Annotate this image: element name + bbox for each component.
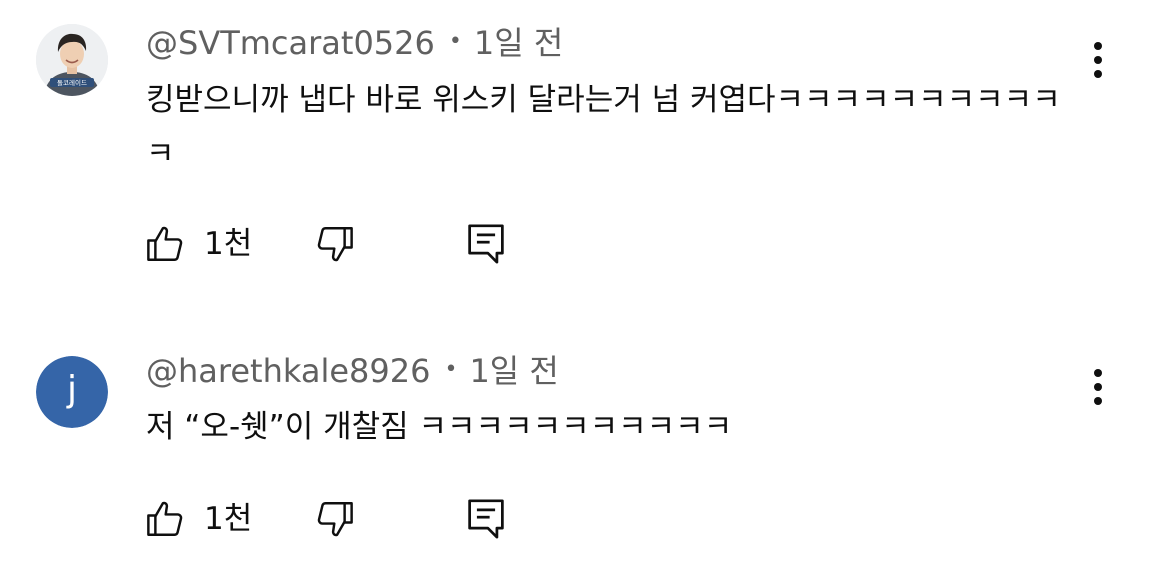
comment-text: 저 “오-쉣”이 개찰짐 ㅋㅋㅋㅋㅋㅋㅋㅋㅋㅋㅋ: [146, 409, 733, 445]
thumbs-down-icon: [317, 227, 353, 262]
like-count: 1천: [204, 500, 253, 537]
more-options-button[interactable]: [1080, 36, 1116, 84]
like-count: 1천: [204, 225, 253, 262]
reply-button[interactable]: [466, 495, 506, 543]
comment-item: j @harethkale8926 • 1일 전 저 “오-쉣”이 개찰짐 ㅋㅋㅋㅋ…: [0, 330, 1170, 587]
more-vertical-icon: [1094, 369, 1102, 405]
meta-separator: •: [444, 357, 458, 382]
comment-reply-icon: [468, 499, 504, 539]
comment-meta: @harethkale8926 • 1일 전: [146, 355, 559, 387]
comment-actions: 1천: [144, 495, 544, 543]
dislike-button[interactable]: [314, 495, 356, 543]
author-name[interactable]: @harethkale8926: [146, 352, 430, 390]
thumbs-up-icon: [147, 501, 183, 536]
avatar-caption: 돌코레이드: [57, 78, 87, 87]
author-name[interactable]: @SVTmcarat0526: [146, 24, 435, 62]
dislike-button[interactable]: [314, 220, 356, 268]
reply-button[interactable]: [466, 220, 506, 268]
comment-item: 돌코레이드 @SVTmcarat0526 • 1일 전 킹받으니까 냅다 바로 위스…: [0, 0, 1170, 300]
avatar[interactable]: j: [36, 356, 108, 428]
comment-actions: 1천: [144, 220, 544, 268]
avatar[interactable]: 돌코레이드: [36, 24, 108, 96]
thumbs-down-icon: [317, 502, 353, 537]
comment-reply-icon: [468, 224, 504, 264]
more-options-button[interactable]: [1080, 363, 1116, 411]
like-button[interactable]: 1천: [144, 495, 252, 543]
comment-time[interactable]: 1일 전: [469, 352, 558, 390]
comment-meta: @SVTmcarat0526 • 1일 전: [146, 27, 563, 59]
avatar-letter: j: [66, 369, 77, 410]
thumbs-up-icon: [147, 226, 183, 261]
more-vertical-icon: [1094, 42, 1102, 78]
comment-text: 킹받으니까 냅다 바로 위스키 달라는거 넘 커엽다ㅋㅋㅋㅋㅋㅋㅋㅋㅋㅋㅋ: [146, 82, 1061, 172]
like-button[interactable]: 1천: [144, 220, 252, 268]
avatar-photo: 돌코레이드: [36, 24, 108, 96]
meta-separator: •: [448, 29, 462, 54]
comment-time[interactable]: 1일 전: [474, 24, 563, 62]
